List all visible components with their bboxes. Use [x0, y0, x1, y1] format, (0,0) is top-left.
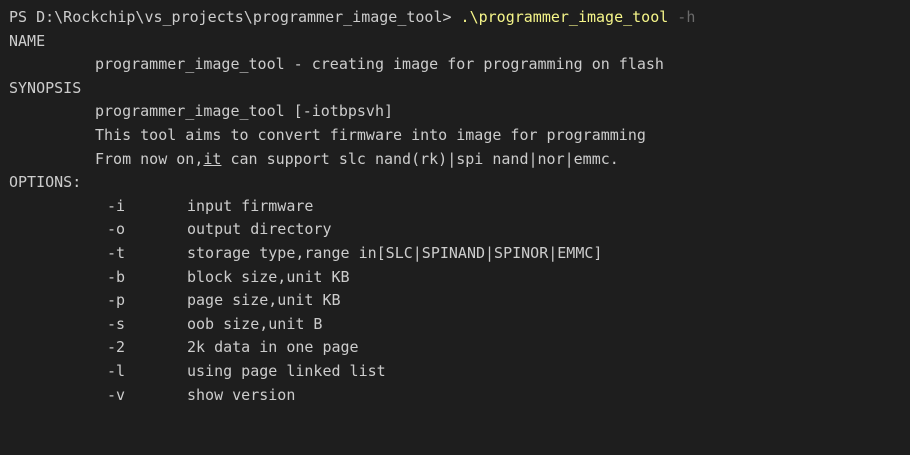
synopsis-usage: programmer_image_tool [-iotbpsvh] [95, 102, 394, 121]
name-description: programmer_image_tool - creating image f… [95, 55, 664, 74]
synopsis-support-pre: From now on, [95, 149, 204, 168]
option-flag: -s [107, 314, 126, 333]
option-description: using page linked list [187, 361, 386, 380]
option-description: block size,unit KB [187, 267, 350, 286]
option-row: -b block size,unit KB [9, 266, 910, 290]
synopsis-description: This tool aims to convert firmware into … [95, 125, 646, 144]
synopsis-support: From now on,it can support slc nand(rk)|… [9, 148, 910, 172]
option-row: -t storage type,range in[SLC|SPINAND|SPIN… [9, 242, 910, 266]
terminal-output[interactable]: PS D:\Rockchip\vs_projects\programmer_im… [0, 0, 910, 455]
synopsis-header: SYNOPSIS [9, 78, 82, 97]
prompt-flag: -h [668, 8, 696, 26]
option-flag: -l [107, 361, 126, 380]
option-row: -v show version [9, 384, 910, 408]
option-flag: -i [107, 196, 126, 215]
name-header: NAME [9, 31, 46, 50]
options-header: OPTIONS: [9, 173, 82, 192]
option-flag: -o [107, 220, 126, 239]
option-row: -l using page linked list [9, 360, 910, 384]
option-description: page size,unit KB [187, 291, 341, 310]
option-description: show version [187, 385, 296, 404]
synopsis-support-post: can support slc nand(rk)|spi nand|nor|em… [221, 149, 619, 168]
option-description: storage type,range in[SLC|SPINAND|SPINOR… [187, 243, 603, 262]
option-description: input firmware [187, 196, 314, 215]
prompt-command: .\programmer_image_tool [460, 8, 669, 26]
prompt-path: PS D:\Rockchip\vs_projects\programmer_im… [9, 8, 461, 26]
option-flag: -v [107, 385, 126, 404]
option-row: -p page size,unit KB [9, 289, 910, 313]
option-description: 2k data in one page [187, 338, 359, 357]
prompt-line: PS D:\Rockchip\vs_projects\programmer_im… [9, 6, 910, 30]
option-row: -s oob size,unit B [9, 313, 910, 337]
option-row: -2 2k data in one page [9, 336, 910, 360]
option-flag: -2 [107, 338, 126, 357]
option-description: output directory [187, 220, 332, 239]
option-description: oob size,unit B [187, 314, 323, 333]
option-flag: -t [107, 243, 126, 262]
option-row: -o output directory [9, 218, 910, 242]
synopsis-support-underlined: it [203, 149, 222, 168]
option-flag: -p [107, 291, 126, 310]
option-row: -i input firmware [9, 195, 910, 219]
option-flag: -b [107, 267, 126, 286]
